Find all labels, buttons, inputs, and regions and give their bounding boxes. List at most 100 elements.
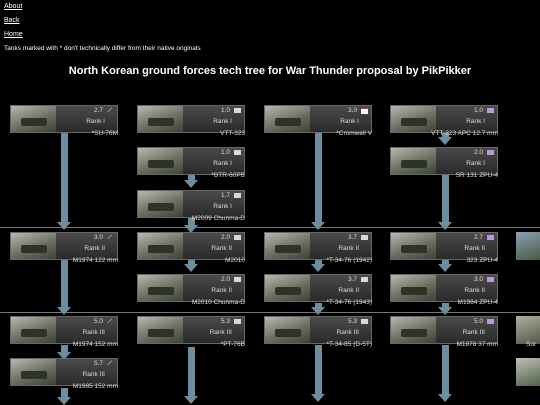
battle-rating: 5.7 <box>93 360 103 367</box>
vehicle-thumbnail <box>391 148 436 174</box>
rank-label: Rank I <box>466 160 485 167</box>
vehicle-card[interactable]: 2.0 Rank II <box>137 232 245 260</box>
pencil-icon: ― <box>105 232 115 242</box>
vehicle-card[interactable]: 2.7 Rank II <box>390 232 498 260</box>
vehicle-card[interactable]: 5.3 Rank III <box>137 316 245 344</box>
vehicle-card[interactable]: 3.0 Rank I <box>264 105 372 133</box>
battle-rating: 1.0 <box>220 149 230 156</box>
vehicle-card[interactable]: 3.7 Rank II <box>264 274 372 302</box>
battle-rating: 5.3 <box>347 318 357 325</box>
battle-rating: 2.7 <box>473 234 483 241</box>
pencil-icon: ― <box>105 105 115 115</box>
tree-arrow <box>184 347 198 404</box>
battle-rating: 3.0 <box>347 107 357 114</box>
vehicle-thumbnail[interactable] <box>516 232 540 260</box>
rank-label: Rank I <box>213 118 232 125</box>
tree-arrow <box>311 133 325 230</box>
rank-label: Rank I <box>213 160 232 167</box>
vehicle-name: M1974 122 mm <box>72 257 118 264</box>
battle-rating: 1.7 <box>220 192 230 199</box>
rank-divider <box>0 227 540 228</box>
vehicle-thumbnail <box>11 233 56 259</box>
vehicle-thumbnail <box>138 148 183 174</box>
flag-icon <box>234 193 241 198</box>
flag-icon <box>234 319 241 324</box>
vehicle-thumbnail <box>138 233 183 259</box>
vehicle-thumbnail <box>391 317 436 343</box>
vehicle-name: M2009 Chunma-D <box>191 215 245 222</box>
vehicle-thumbnail <box>11 317 56 343</box>
rank-label: Rank II <box>464 287 485 294</box>
vehicle-name: M2010 <box>225 257 245 264</box>
vehicle-card[interactable]: 3.0 Rank II ― <box>10 232 118 260</box>
rank-label: Rank III <box>82 371 105 378</box>
note-text: Tanks marked with * don't technically di… <box>4 45 201 52</box>
battle-rating: 3.0 <box>473 276 483 283</box>
vehicle-card[interactable]: 5.3 Rank III <box>264 316 372 344</box>
vehicle-card[interactable]: 5.0 Rank III <box>390 316 498 344</box>
vehicle-name: M1984 ZPU-4 <box>457 299 498 306</box>
vehicle-card[interactable]: 5.0 Rank III ― <box>10 316 118 344</box>
battle-rating: 3.7 <box>347 276 357 283</box>
vehicle-card[interactable]: 1.0 Rank I <box>137 147 245 175</box>
rank-label: Rank I <box>213 203 232 210</box>
vehicle-card[interactable]: 1.0 Rank I <box>390 105 498 133</box>
aa-icon <box>487 319 494 324</box>
vehicle-name: *Cromwell V <box>336 130 372 137</box>
about-link[interactable]: About <box>4 3 22 10</box>
vehicle-name: SR 131 ZPU-4 <box>455 172 498 179</box>
vehicle-name: 323 ZPU-4 <box>466 257 498 264</box>
aa-icon <box>487 108 494 113</box>
tree-arrow <box>57 133 71 230</box>
vehicle-card[interactable]: 3.7 Rank II <box>264 232 372 260</box>
vehicle-thumbnail <box>391 233 436 259</box>
flag-icon <box>234 277 241 282</box>
flag-icon <box>361 235 368 240</box>
vehicle-thumbnail <box>265 106 310 132</box>
vehicle-thumbnail <box>265 275 310 301</box>
vehicle-name: VTT-323 APC 12.7 mm <box>431 130 498 137</box>
rank-label: Rank II <box>464 245 485 252</box>
tree-arrow <box>311 345 325 402</box>
vehicle-thumbnail[interactable] <box>516 358 540 386</box>
back-link[interactable]: Back <box>4 17 20 24</box>
rank-label: Rank II <box>211 287 232 294</box>
battle-rating: 2.0 <box>220 234 230 241</box>
battle-rating: 5.3 <box>220 318 230 325</box>
vehicle-name: Sur <box>526 341 537 348</box>
page-title: North Korean ground forces tech tree for… <box>68 65 472 77</box>
flag-icon <box>361 277 368 282</box>
battle-rating: 5.0 <box>473 318 483 325</box>
vehicle-card[interactable]: 3.0 Rank II <box>390 274 498 302</box>
vehicle-name: *T-34-76 (1943) <box>326 299 372 306</box>
vehicle-name: M1974 152 mm <box>72 341 118 348</box>
tree-arrow <box>57 260 71 315</box>
rank-label: Rank II <box>84 245 105 252</box>
vehicle-name: M1978 37 mm <box>456 341 498 348</box>
tree-arrow <box>438 345 452 402</box>
aa-icon <box>487 150 494 155</box>
vehicle-name: *PT-76B <box>220 341 245 348</box>
vehicle-thumbnail <box>138 191 183 217</box>
vehicle-thumbnail <box>11 106 56 132</box>
rank-label: Rank I <box>466 118 485 125</box>
vehicle-card[interactable]: 1.7 Rank I <box>137 190 245 218</box>
vehicle-name: *BTR-60PB <box>211 172 245 179</box>
vehicle-thumbnail <box>265 317 310 343</box>
vehicle-card[interactable]: 5.7 Rank III ― <box>10 358 118 386</box>
vehicle-thumbnail[interactable] <box>516 316 540 344</box>
vehicle-card[interactable]: 1.0 Rank I <box>137 105 245 133</box>
battle-rating: 2.7 <box>93 107 103 114</box>
vehicle-card[interactable]: 2.7 Rank I ― <box>10 105 118 133</box>
rank-label: Rank II <box>211 245 232 252</box>
aa-icon <box>487 277 494 282</box>
aa-icon <box>487 235 494 240</box>
vehicle-card[interactable]: 2.0 Rank II <box>137 274 245 302</box>
vehicle-name: M2010 Chunma-D <box>191 299 245 306</box>
home-link[interactable]: Home <box>4 31 23 38</box>
vehicle-card[interactable]: 2.0 Rank I <box>390 147 498 175</box>
battle-rating: 3.0 <box>93 234 103 241</box>
vehicle-name: *T-34-85 (D-5T) <box>326 341 372 348</box>
battle-rating: 1.0 <box>473 107 483 114</box>
vehicle-thumbnail <box>265 233 310 259</box>
